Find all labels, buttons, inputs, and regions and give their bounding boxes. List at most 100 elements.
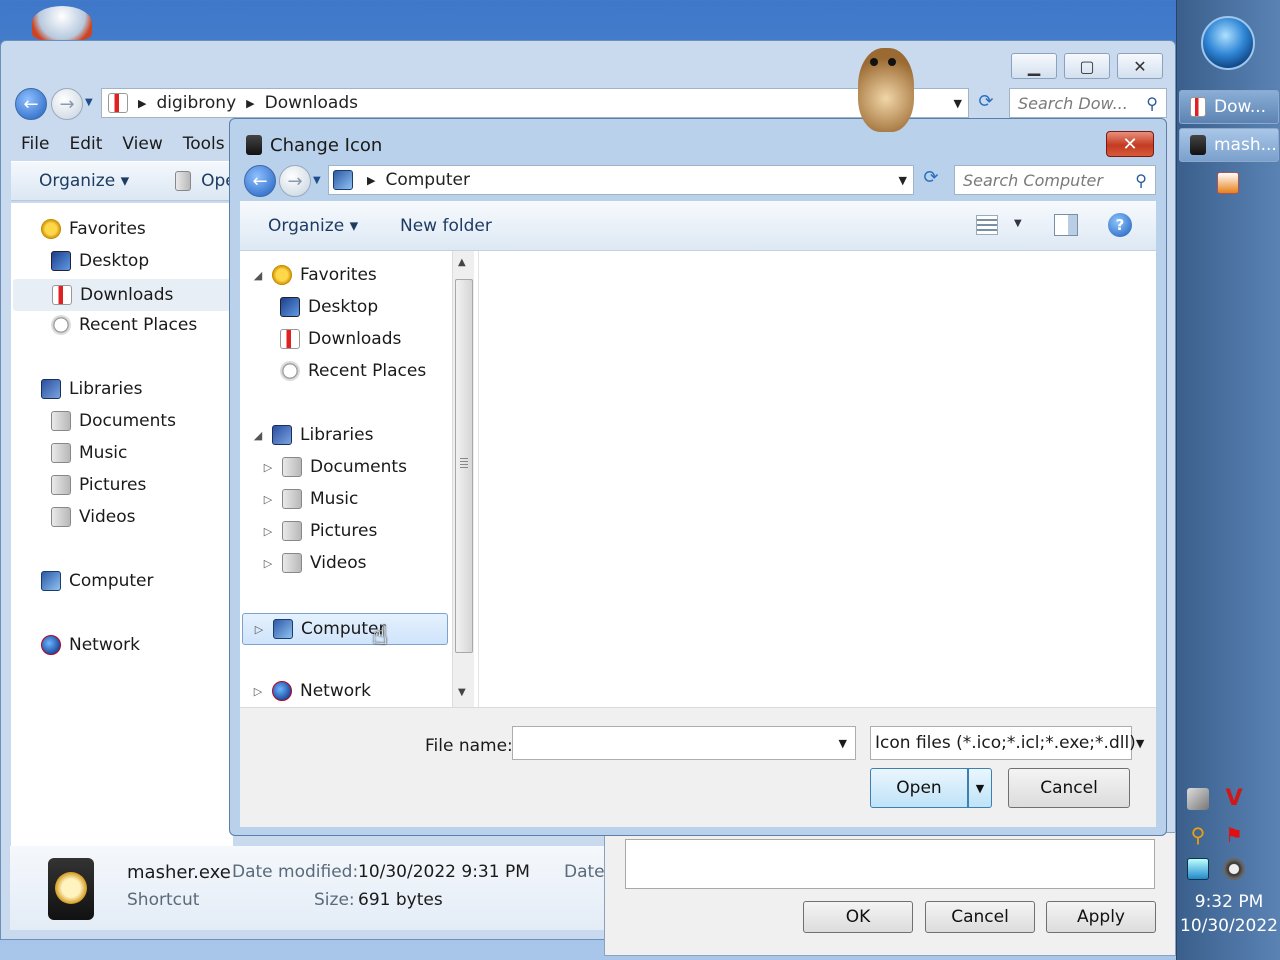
file-type-select[interactable]: Icon files (*.ico;*.icl;*.exe;*.dll) ▼ (870, 726, 1144, 760)
navigation-pane: Favorites Desktop Downloads Recent Place… (11, 203, 233, 847)
nav-documents[interactable]: Documents (51, 411, 176, 431)
ok-button[interactable]: OK (803, 901, 913, 933)
desktop-mushroom-icon (32, 6, 92, 40)
menu-edit[interactable]: Edit (59, 134, 112, 154)
back-button[interactable]: ← (15, 88, 47, 120)
search-input[interactable]: Search Dow... ⚲ (1009, 88, 1167, 118)
taskbar-item-masher[interactable]: mash... (1179, 128, 1279, 162)
menu-tools[interactable]: Tools (173, 134, 235, 154)
breadcrumb-digibrony[interactable]: digibrony (156, 93, 236, 113)
tray-flag-icon[interactable]: ⚑ (1223, 824, 1245, 846)
tray-v-icon[interactable]: V (1223, 788, 1245, 810)
chevron-down-icon[interactable]: ▼ (839, 737, 847, 750)
nav-network[interactable]: Network (41, 635, 140, 655)
address-dropdown-icon[interactable]: ▼ (954, 97, 962, 110)
collapsed-arrow-icon[interactable]: ▷ (262, 461, 274, 474)
dialog-forward-button[interactable]: → (279, 165, 311, 197)
forward-button[interactable]: → (51, 88, 83, 120)
nav-scrollbar[interactable]: ▲ ▼ (452, 251, 474, 707)
details-filename: masher.exe (127, 862, 231, 883)
maximize-button[interactable]: ▢ (1064, 53, 1110, 79)
nav-recent-places[interactable]: Recent Places (51, 315, 197, 335)
view-dropdown-icon[interactable]: ▼ (1014, 218, 1022, 229)
documents-icon (51, 411, 71, 431)
expanded-arrow-icon[interactable]: ◢ (252, 429, 264, 442)
dialog-search-placeholder: Search Computer (963, 170, 1103, 190)
breadcrumb-computer[interactable]: Computer (385, 170, 470, 190)
nav-desktop[interactable]: Desktop (51, 251, 149, 271)
dialog-back-button[interactable]: ← (244, 165, 276, 197)
scroll-down-icon[interactable]: ▼ (458, 687, 466, 698)
file-name-input[interactable]: ▼ (512, 726, 856, 760)
chevron-down-icon[interactable]: ▼ (1136, 737, 1144, 750)
dialog-app-icon (246, 135, 262, 155)
help-icon[interactable]: ? (1108, 213, 1132, 237)
dlg-nav-desktop[interactable]: Desktop (280, 297, 378, 317)
dlg-nav-computer[interactable]: ▷ Computer (242, 613, 448, 645)
taskbar-item-downloads[interactable]: Dow... (1179, 90, 1279, 124)
collapsed-arrow-icon[interactable]: ▷ (253, 623, 265, 636)
dlg-nav-favorites[interactable]: ◢ Favorites (252, 265, 377, 285)
expanded-arrow-icon[interactable]: ◢ (252, 269, 264, 282)
view-options-icon[interactable] (976, 215, 998, 235)
dialog-footer: File name: ▼ Icon files (*.ico;*.icl;*.e… (240, 707, 1156, 827)
menu-file[interactable]: File (11, 134, 59, 154)
scrollbar-thumb[interactable] (455, 279, 473, 653)
open-button[interactable]: Open (870, 768, 968, 808)
collapsed-arrow-icon[interactable]: ▷ (252, 685, 264, 698)
nav-downloads[interactable]: Downloads (13, 279, 231, 311)
dlg-nav-music[interactable]: ▷ Music (262, 489, 358, 509)
file-list-area[interactable] (478, 251, 1156, 707)
address-bar[interactable]: ▶ digibrony ▶ Downloads ▼ (101, 88, 969, 118)
start-button[interactable] (1201, 16, 1255, 70)
tray-hardware-icon[interactable] (1187, 788, 1209, 810)
dialog-refresh-icon[interactable]: ⟳ (918, 167, 944, 193)
system-clock[interactable]: 9:32 PM 10/30/2022 (1177, 890, 1280, 938)
collapsed-arrow-icon[interactable]: ▷ (262, 525, 274, 538)
apply-button[interactable]: Apply (1046, 901, 1156, 933)
tray-monitor-icon[interactable] (1187, 858, 1209, 880)
dlg-nav-documents[interactable]: ▷ Documents (262, 457, 407, 477)
nav-favorites[interactable]: Favorites (41, 219, 146, 239)
cancel-button[interactable]: Cancel (925, 901, 1035, 933)
dialog-title: Change Icon (270, 135, 383, 156)
scroll-up-icon[interactable]: ▲ (458, 257, 466, 268)
organize-button[interactable]: Organize ▾ (39, 171, 129, 191)
collapsed-arrow-icon[interactable]: ▷ (262, 557, 274, 570)
collapsed-arrow-icon[interactable]: ▷ (262, 493, 274, 506)
dialog-organize-button[interactable]: Organize ▾ (268, 216, 358, 236)
close-button[interactable]: ✕ (1117, 53, 1163, 79)
tray-search-icon[interactable]: ⚲ (1187, 824, 1209, 846)
nav-libraries[interactable]: Libraries (41, 379, 142, 399)
nav-music[interactable]: Music (51, 443, 127, 463)
preview-pane-icon[interactable] (1054, 214, 1078, 236)
properties-dialog: OK Cancel Apply (604, 832, 1176, 956)
dialog-close-button[interactable]: ✕ (1106, 131, 1154, 157)
new-folder-button[interactable]: New folder (400, 216, 492, 236)
dialog-recent-dropdown[interactable]: ▼ (313, 175, 321, 186)
dlg-nav-pictures[interactable]: ▷ Pictures (262, 521, 377, 541)
dialog-search-input[interactable]: Search Computer ⚲ (954, 165, 1156, 195)
dlg-nav-videos[interactable]: ▷ Videos (262, 553, 367, 573)
search-icon: ⚲ (1135, 170, 1147, 190)
nav-pictures[interactable]: Pictures (51, 475, 146, 495)
address-dropdown-icon[interactable]: ▼ (899, 174, 907, 187)
breadcrumb-downloads[interactable]: Downloads (265, 93, 358, 113)
nav-computer[interactable]: Computer (41, 571, 154, 591)
media-player-icon[interactable] (1217, 172, 1239, 194)
tray-speaker-icon[interactable] (1223, 858, 1245, 880)
cancel-button[interactable]: Cancel (1008, 768, 1130, 808)
dialog-address-bar[interactable]: ▶ Computer ▼ (328, 165, 914, 195)
videos-icon (282, 553, 302, 573)
menu-view[interactable]: View (112, 134, 172, 154)
refresh-icon[interactable]: ⟳ (973, 91, 999, 117)
dlg-nav-libraries[interactable]: ◢ Libraries (252, 425, 373, 445)
dlg-nav-recent-places[interactable]: Recent Places (280, 361, 426, 381)
minimize-button[interactable]: ▁ (1011, 53, 1057, 79)
dlg-nav-downloads[interactable]: Downloads (280, 329, 401, 349)
recent-pages-dropdown[interactable]: ▼ (85, 97, 93, 108)
dlg-nav-network[interactable]: ▷ Network (252, 681, 371, 701)
nav-videos[interactable]: Videos (51, 507, 136, 527)
open-dropdown-icon[interactable]: ▼ (968, 768, 992, 808)
computer-icon (333, 170, 353, 190)
